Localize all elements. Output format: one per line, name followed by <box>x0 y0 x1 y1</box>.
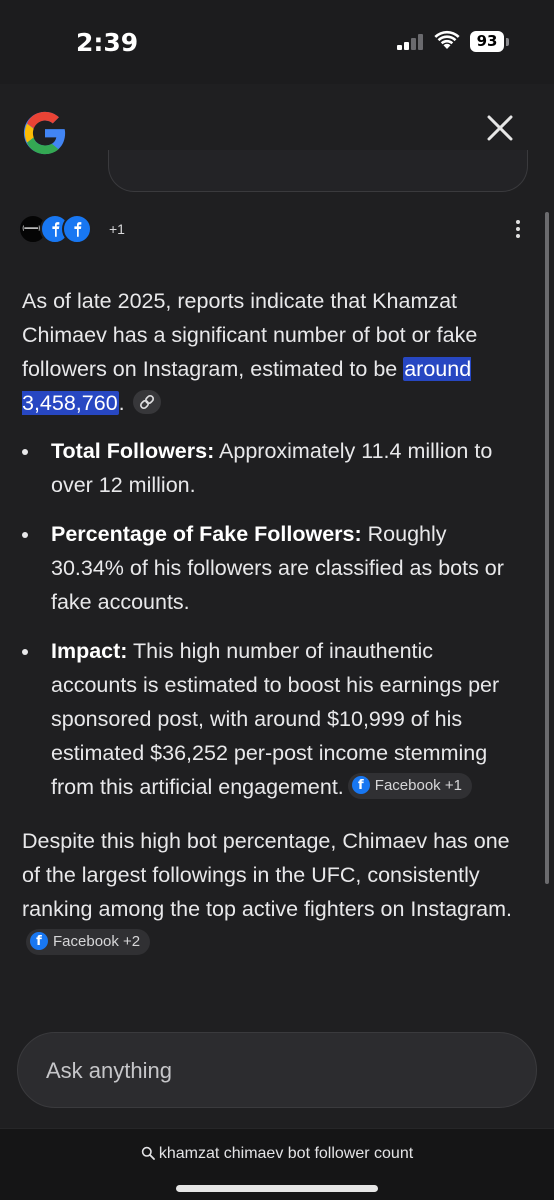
search-query[interactable]: khamzat chimaev bot follower count <box>0 1145 554 1163</box>
closing-text: Despite this high bot percentage, Chimae… <box>22 829 512 921</box>
facebook-icon: f <box>30 932 48 951</box>
battery-icon: 93 <box>470 31 504 52</box>
battery-level: 93 <box>476 32 498 50</box>
signal-icon <box>397 34 425 50</box>
scrollbar[interactable] <box>545 212 549 884</box>
search-icon <box>141 1146 155 1160</box>
list-item: Impact: This high number of inauthentic … <box>22 634 522 804</box>
bullet-label: Impact: <box>51 639 128 663</box>
answer-intro: As of late 2025, reports indicate that K… <box>22 284 522 420</box>
ask-input[interactable] <box>46 1055 506 1087</box>
previous-query-card[interactable] <box>108 150 528 192</box>
facebook-source-icon-2 <box>62 214 92 244</box>
source-chip-facebook[interactable]: f Facebook +1 <box>347 773 472 800</box>
search-query-text: khamzat chimaev bot follower count <box>158 1145 414 1162</box>
sources-row[interactable]: +1 <box>18 214 138 246</box>
source-chip-facebook-2[interactable]: f Facebook +2 <box>26 929 151 956</box>
chip-label: Facebook +2 <box>53 933 141 951</box>
battery-tip <box>506 38 509 46</box>
status-bar: 2:39 93 <box>0 0 554 84</box>
list-item: Total Followers: Approximately 11.4 mill… <box>22 434 522 502</box>
bullet-label: Percentage of Fake Followers: <box>51 522 362 546</box>
more-options-icon[interactable] <box>508 220 528 242</box>
intro-end: . <box>118 391 125 415</box>
clock: 2:39 <box>76 28 139 57</box>
answer-content: As of late 2025, reports indicate that K… <box>22 284 522 960</box>
facebook-icon: f <box>351 776 370 795</box>
list-item: Percentage of Fake Followers: Roughly 30… <box>22 517 522 619</box>
home-indicator[interactable] <box>176 1185 378 1192</box>
answer-closing: Despite this high bot percentage, Chimae… <box>22 824 522 960</box>
google-logo[interactable] <box>22 110 68 156</box>
wifi-icon <box>434 30 460 49</box>
link-icon[interactable] <box>132 390 161 415</box>
bullet-label: Total Followers: <box>51 439 215 463</box>
chip-label: Facebook +1 <box>374 777 462 795</box>
close-icon[interactable] <box>484 112 516 144</box>
sources-more-count: +1 <box>109 221 125 237</box>
ask-box[interactable] <box>17 1032 537 1108</box>
bottom-bar[interactable]: khamzat chimaev bot follower count <box>0 1128 554 1200</box>
answer-bullets: Total Followers: Approximately 11.4 mill… <box>22 434 522 804</box>
